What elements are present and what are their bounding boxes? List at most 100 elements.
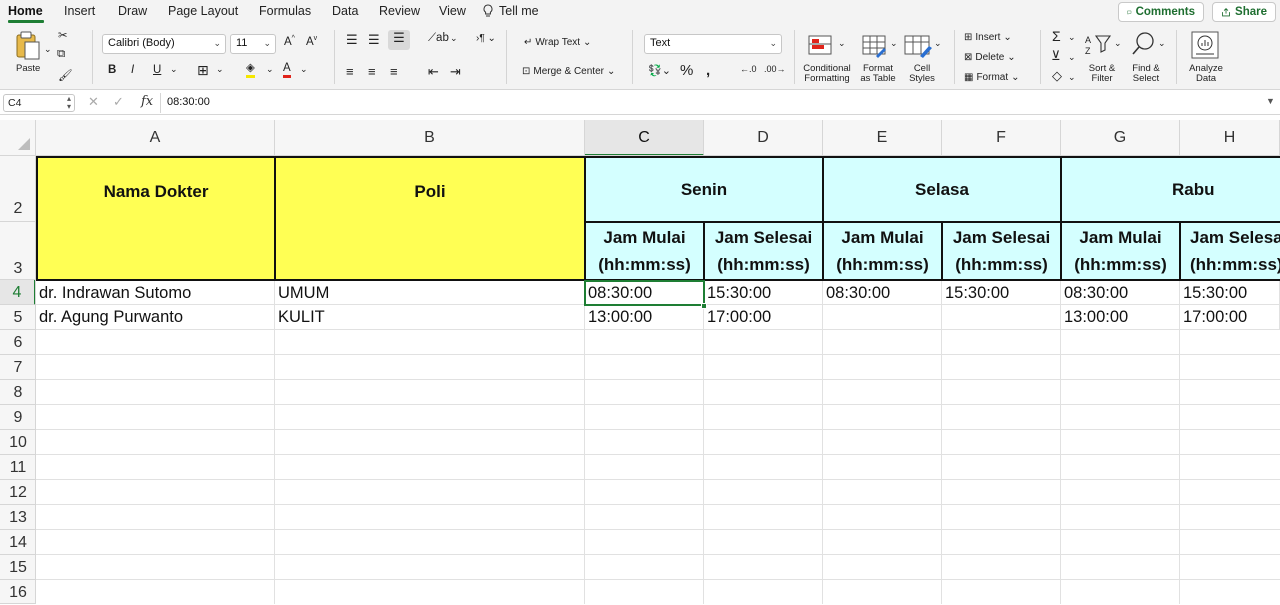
chevron-down-icon[interactable]: ⌄ — [1068, 72, 1076, 83]
row-header-2[interactable]: 2 — [0, 156, 36, 222]
fill-icon[interactable]: ⊻ — [1051, 48, 1061, 64]
row-header-4[interactable]: 4 — [0, 280, 36, 305]
row-header-12[interactable]: 12 — [0, 480, 36, 505]
chevron-down-icon[interactable]: ⌄ — [890, 38, 898, 49]
chevron-down-icon[interactable]: ⌄ — [1114, 38, 1122, 49]
comma-style-icon[interactable]: , — [706, 62, 710, 79]
header-jam-mulai[interactable]: Jam Mulai (hh:mm:ss) — [1060, 221, 1181, 281]
row-header-6[interactable]: 6 — [0, 330, 36, 355]
orientation-dropdown-icon[interactable]: ⌄ — [450, 33, 458, 44]
cell-a5[interactable]: dr. Agung Purwanto — [36, 305, 275, 330]
analyze-data-icon[interactable] — [1190, 30, 1220, 60]
decrease-decimal-icon[interactable]: .00→ — [764, 64, 786, 74]
cell-styles-icon[interactable] — [904, 34, 934, 58]
tab-data[interactable]: Data — [332, 4, 358, 18]
clear-icon[interactable]: ◇ — [1052, 68, 1062, 84]
find-select-icon[interactable] — [1130, 30, 1158, 58]
cell-c5[interactable]: 13:00:00 — [585, 305, 704, 330]
name-box[interactable]: C4 ▴ ▾ — [3, 94, 75, 112]
column-header-g[interactable]: G — [1061, 120, 1180, 156]
format-painter-icon[interactable]: 🖌 — [58, 68, 73, 82]
autosum-icon[interactable]: Σ — [1052, 28, 1061, 44]
orientation-icon[interactable]: ⟋ab — [428, 32, 449, 45]
format-cells-button[interactable]: ▦ Format ⌄ — [964, 72, 1020, 83]
text-direction-icon[interactable]: ›¶ ⌄ — [476, 33, 496, 44]
chevron-down-icon[interactable]: ⌄ — [1068, 32, 1076, 43]
format-as-table-icon[interactable] — [862, 34, 888, 58]
header-jam-selesai[interactable]: Jam Selesai (hh:mm:ss) — [703, 221, 824, 281]
select-all-corner[interactable] — [0, 120, 36, 156]
row-header-16[interactable]: 16 — [0, 580, 36, 604]
tab-view[interactable]: View — [439, 4, 466, 18]
row-header-7[interactable]: 7 — [0, 355, 36, 380]
paste-icon[interactable] — [14, 30, 42, 62]
wrap-text-button[interactable]: ↵ Wrap Text ⌄ — [524, 37, 591, 48]
row-header-15[interactable]: 15 — [0, 555, 36, 580]
italic-icon[interactable]: I — [131, 64, 134, 76]
column-header-b[interactable]: B — [275, 120, 585, 156]
increase-font-size-icon[interactable]: A^ — [284, 35, 295, 48]
font-name-select[interactable]: Calibri (Body) ⌄ — [102, 34, 226, 54]
header-day-selasa[interactable]: Selasa — [822, 156, 1062, 223]
increase-decimal-icon[interactable]: ←.0 — [740, 64, 757, 74]
cell-e4[interactable]: 08:30:00 — [823, 281, 942, 305]
cell-f5[interactable] — [942, 305, 1061, 330]
underline-icon[interactable]: U — [153, 64, 161, 76]
header-nama-dokter[interactable]: Nama Dokter — [36, 156, 276, 281]
row-header-14[interactable]: 14 — [0, 530, 36, 555]
comments-button[interactable]: Comments — [1118, 2, 1204, 22]
cell-h5[interactable]: 17:00:00 — [1180, 305, 1280, 330]
tab-page-layout[interactable]: Page Layout — [168, 4, 238, 18]
borders-dropdown-icon[interactable]: ⌄ — [216, 64, 224, 75]
decrease-font-size-icon[interactable]: Av — [306, 35, 317, 48]
row-header-9[interactable]: 9 — [0, 405, 36, 430]
column-header-f[interactable]: F — [942, 120, 1061, 156]
cell-a4[interactable]: dr. Indrawan Sutomo — [36, 281, 275, 305]
cell-b4[interactable]: UMUM — [275, 281, 585, 305]
header-jam-mulai[interactable]: Jam Mulai (hh:mm:ss) — [584, 221, 705, 281]
increase-indent-icon[interactable]: ⇥ — [450, 64, 461, 80]
row-header-11[interactable]: 11 — [0, 455, 36, 480]
align-right-icon[interactable]: ≡ — [390, 64, 398, 79]
header-jam-mulai[interactable]: Jam Mulai (hh:mm:ss) — [822, 221, 943, 281]
delete-cells-button[interactable]: ⊠ Delete ⌄ — [964, 52, 1016, 63]
fill-handle[interactable] — [701, 303, 707, 309]
borders-icon[interactable]: ⊞ — [197, 62, 209, 79]
row-header-3[interactable]: 3 — [0, 222, 36, 280]
column-header-a[interactable]: A — [36, 120, 275, 156]
font-color-icon[interactable]: A — [283, 61, 291, 78]
decrease-indent-icon[interactable]: ⇤ — [428, 64, 439, 80]
row-header-8[interactable]: 8 — [0, 380, 36, 405]
enter-icon[interactable]: ✓ — [113, 94, 124, 110]
conditional-formatting-icon[interactable] — [808, 34, 834, 58]
empty-cells-gridlines[interactable] — [36, 330, 1280, 604]
tab-home[interactable]: Home — [8, 4, 43, 18]
tab-review[interactable]: Review — [379, 4, 420, 18]
column-header-d[interactable]: D — [704, 120, 823, 156]
font-color-dropdown-icon[interactable]: ⌄ — [300, 64, 308, 75]
expand-formula-bar-icon[interactable]: ▼ — [1266, 96, 1275, 106]
header-day-rabu[interactable]: Rabu — [1060, 156, 1280, 223]
align-top-icon[interactable]: ☰ — [346, 32, 358, 48]
chevron-down-icon[interactable]: ⌄ — [934, 38, 942, 49]
chevron-down-icon[interactable]: ⌄ — [1068, 52, 1076, 63]
sort-filter-icon[interactable]: AZ — [1084, 32, 1116, 58]
cell-h4[interactable]: 15:30:00 — [1180, 281, 1280, 305]
row-header-5[interactable]: 5 — [0, 305, 36, 330]
tell-me-box[interactable]: Tell me — [482, 4, 539, 18]
underline-dropdown-icon[interactable]: ⌄ — [170, 64, 178, 75]
share-button[interactable]: Share — [1212, 2, 1276, 22]
header-jam-selesai[interactable]: Jam Selesai (hh:mm:ss) — [1179, 221, 1280, 281]
font-size-select[interactable]: 11 ⌄ — [230, 34, 276, 54]
percent-style-icon[interactable]: % — [680, 62, 693, 79]
align-bottom-icon[interactable]: ☰ — [388, 30, 410, 50]
column-header-h[interactable]: H — [1180, 120, 1280, 156]
tab-draw[interactable]: Draw — [118, 4, 147, 18]
header-poli[interactable]: Poli — [274, 156, 586, 281]
cell-f4[interactable]: 15:30:00 — [942, 281, 1061, 305]
header-jam-selesai[interactable]: Jam Selesai (hh:mm:ss) — [941, 221, 1062, 281]
row-header-13[interactable]: 13 — [0, 505, 36, 530]
chevron-down-icon[interactable]: ⌄ — [838, 38, 846, 49]
copy-icon[interactable]: ⧉ — [57, 48, 65, 61]
accounting-format-icon[interactable]: 💱⌄ — [648, 64, 671, 77]
